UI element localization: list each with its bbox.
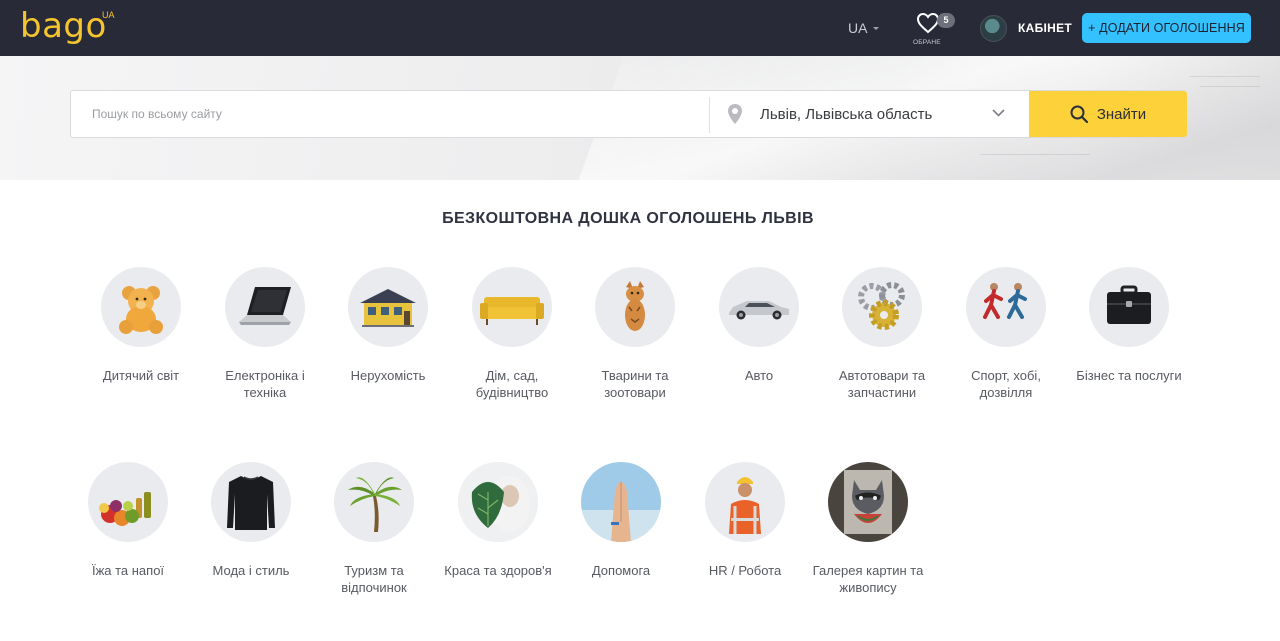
palm-tree-icon <box>334 462 414 542</box>
helping-hands-icon <box>581 462 661 542</box>
hero-decor-line <box>1200 86 1260 87</box>
top-navigation-bar: bago UA UA 5 ОБРАНЕ КАБІНЕТ + ДОДАТИ ОГО… <box>0 0 1280 56</box>
painting-icon <box>828 462 908 542</box>
category-label: Тварини та зоотовари <box>601 368 669 400</box>
house-icon <box>348 267 428 347</box>
site-logo[interactable]: bago <box>20 6 107 46</box>
caret-down-icon <box>873 26 880 30</box>
category-label: Авто <box>744 368 774 383</box>
category-label: Туризм та відпочинок <box>341 563 407 595</box>
logo-country-sup: UA <box>102 10 115 20</box>
spa-leaf-icon <box>458 462 538 542</box>
sweater-icon <box>211 462 291 542</box>
category-label: Мода і стиль <box>212 563 290 578</box>
food-icon <box>88 462 168 542</box>
car-icon <box>719 267 799 347</box>
sofa-icon <box>472 267 552 347</box>
hero-decor-line <box>1190 76 1260 77</box>
category-label: Дитячий світ <box>102 368 180 383</box>
briefcase-icon <box>1089 267 1169 347</box>
language-label: UA <box>848 20 868 36</box>
cabinet-label: КАБІНЕТ <box>1018 21 1073 35</box>
language-selector[interactable]: UA <box>848 20 880 36</box>
category-label: Електроніка і техніка <box>225 368 305 400</box>
page-title: БЕЗКОШТОВНА ДОШКА ОГОЛОШЕНЬ ЛЬВІВ <box>442 210 814 227</box>
gears-icon <box>842 267 922 347</box>
search-button-label: Знайти <box>1096 105 1147 123</box>
add-listing-button[interactable]: + ДОДАТИ ОГОЛОШЕННЯ <box>1082 13 1251 43</box>
location-pin-icon <box>728 104 742 124</box>
category-label: HR / Робота <box>708 563 782 578</box>
category-label: Галерея картин та живопису <box>812 563 924 595</box>
category-label: Їжа та напої <box>91 563 165 578</box>
favorites-button[interactable]: 5 ОБРАНЕ <box>912 8 955 48</box>
category-label: Дім, сад, будівництво <box>475 368 549 400</box>
heart-icon <box>916 12 940 34</box>
favorites-count-badge: 5 <box>937 13 955 28</box>
worker-icon <box>705 462 785 542</box>
chevron-down-icon <box>992 109 1005 117</box>
search-input[interactable] <box>71 91 709 137</box>
category-label: Допомога <box>591 563 651 578</box>
search-bar: Львів, Львівська область Знайти <box>70 90 1187 138</box>
search-icon <box>1070 105 1088 123</box>
cat-icon <box>595 267 675 347</box>
category-label: Автотовари та запчастини <box>838 368 926 400</box>
laptop-icon <box>225 267 305 347</box>
runners-icon <box>966 267 1046 347</box>
category-label: Нерухомість <box>350 368 426 383</box>
hero-decor-line <box>980 154 1090 155</box>
search-button[interactable]: Знайти <box>1029 91 1187 137</box>
cabinet-link[interactable]: КАБІНЕТ <box>980 14 1072 42</box>
category-label: Бізнес та послуги <box>1076 368 1182 383</box>
category-label: Краса та здоров'я <box>444 563 552 578</box>
user-avatar <box>980 14 1007 42</box>
category-label: Спорт, хобі, дозвілля <box>971 368 1041 400</box>
search-hero: Львів, Львівська область Знайти <box>0 56 1280 180</box>
favorites-label: ОБРАНЕ <box>913 39 941 46</box>
location-value: Львів, Львівська область <box>760 106 933 123</box>
location-selector[interactable]: Львів, Львівська область <box>710 91 1028 137</box>
teddy-bear-icon <box>101 267 181 347</box>
